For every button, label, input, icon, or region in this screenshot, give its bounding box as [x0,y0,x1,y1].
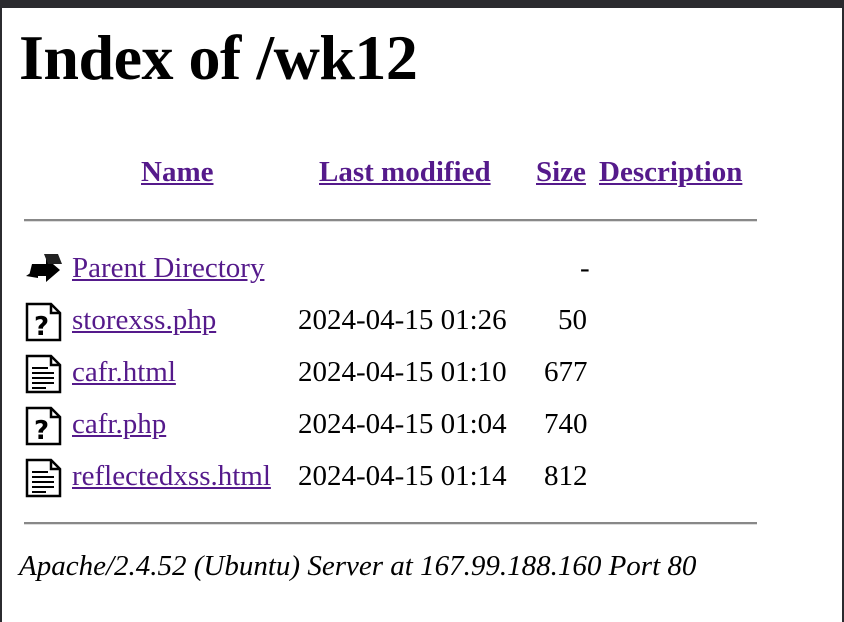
text-file-icon [24,354,64,394]
column-header-description[interactable]: Description [599,154,742,190]
unknown-file-icon: ? [24,302,64,342]
footer-divider [24,522,757,525]
file-size: 677 [544,356,588,388]
file-modified: 2024-04-15 01:14 [298,460,507,492]
column-header-size[interactable]: Size [536,154,586,190]
window-left-border [0,8,2,622]
file-link[interactable]: reflectedxss.html [72,458,271,494]
file-link[interactable]: cafr.html [72,354,176,390]
unknown-file-icon: ? [24,406,64,446]
file-size: 740 [544,408,588,440]
file-modified: 2024-04-15 01:26 [298,304,507,336]
page-title: Index of /wk12 [19,22,418,93]
file-modified: 2024-04-15 01:04 [298,408,507,440]
file-modified: 2024-04-15 01:10 [298,356,507,388]
header-divider [24,219,757,222]
svg-text:?: ? [34,416,49,446]
parent-size: - [580,252,590,284]
window-top-border [0,0,844,8]
file-size: 812 [544,460,588,492]
back-arrow-icon [24,248,64,284]
column-header-last-modified[interactable]: Last modified [319,154,491,190]
server-signature: Apache/2.4.52 (Ubuntu) Server at 167.99.… [19,550,697,582]
svg-text:?: ? [34,312,49,342]
file-link[interactable]: cafr.php [72,406,166,442]
parent-directory-link[interactable]: Parent Directory [72,250,264,286]
file-size: 50 [558,304,587,336]
column-header-name[interactable]: Name [141,154,213,190]
file-link[interactable]: storexss.php [72,302,216,338]
text-file-icon [24,458,64,498]
